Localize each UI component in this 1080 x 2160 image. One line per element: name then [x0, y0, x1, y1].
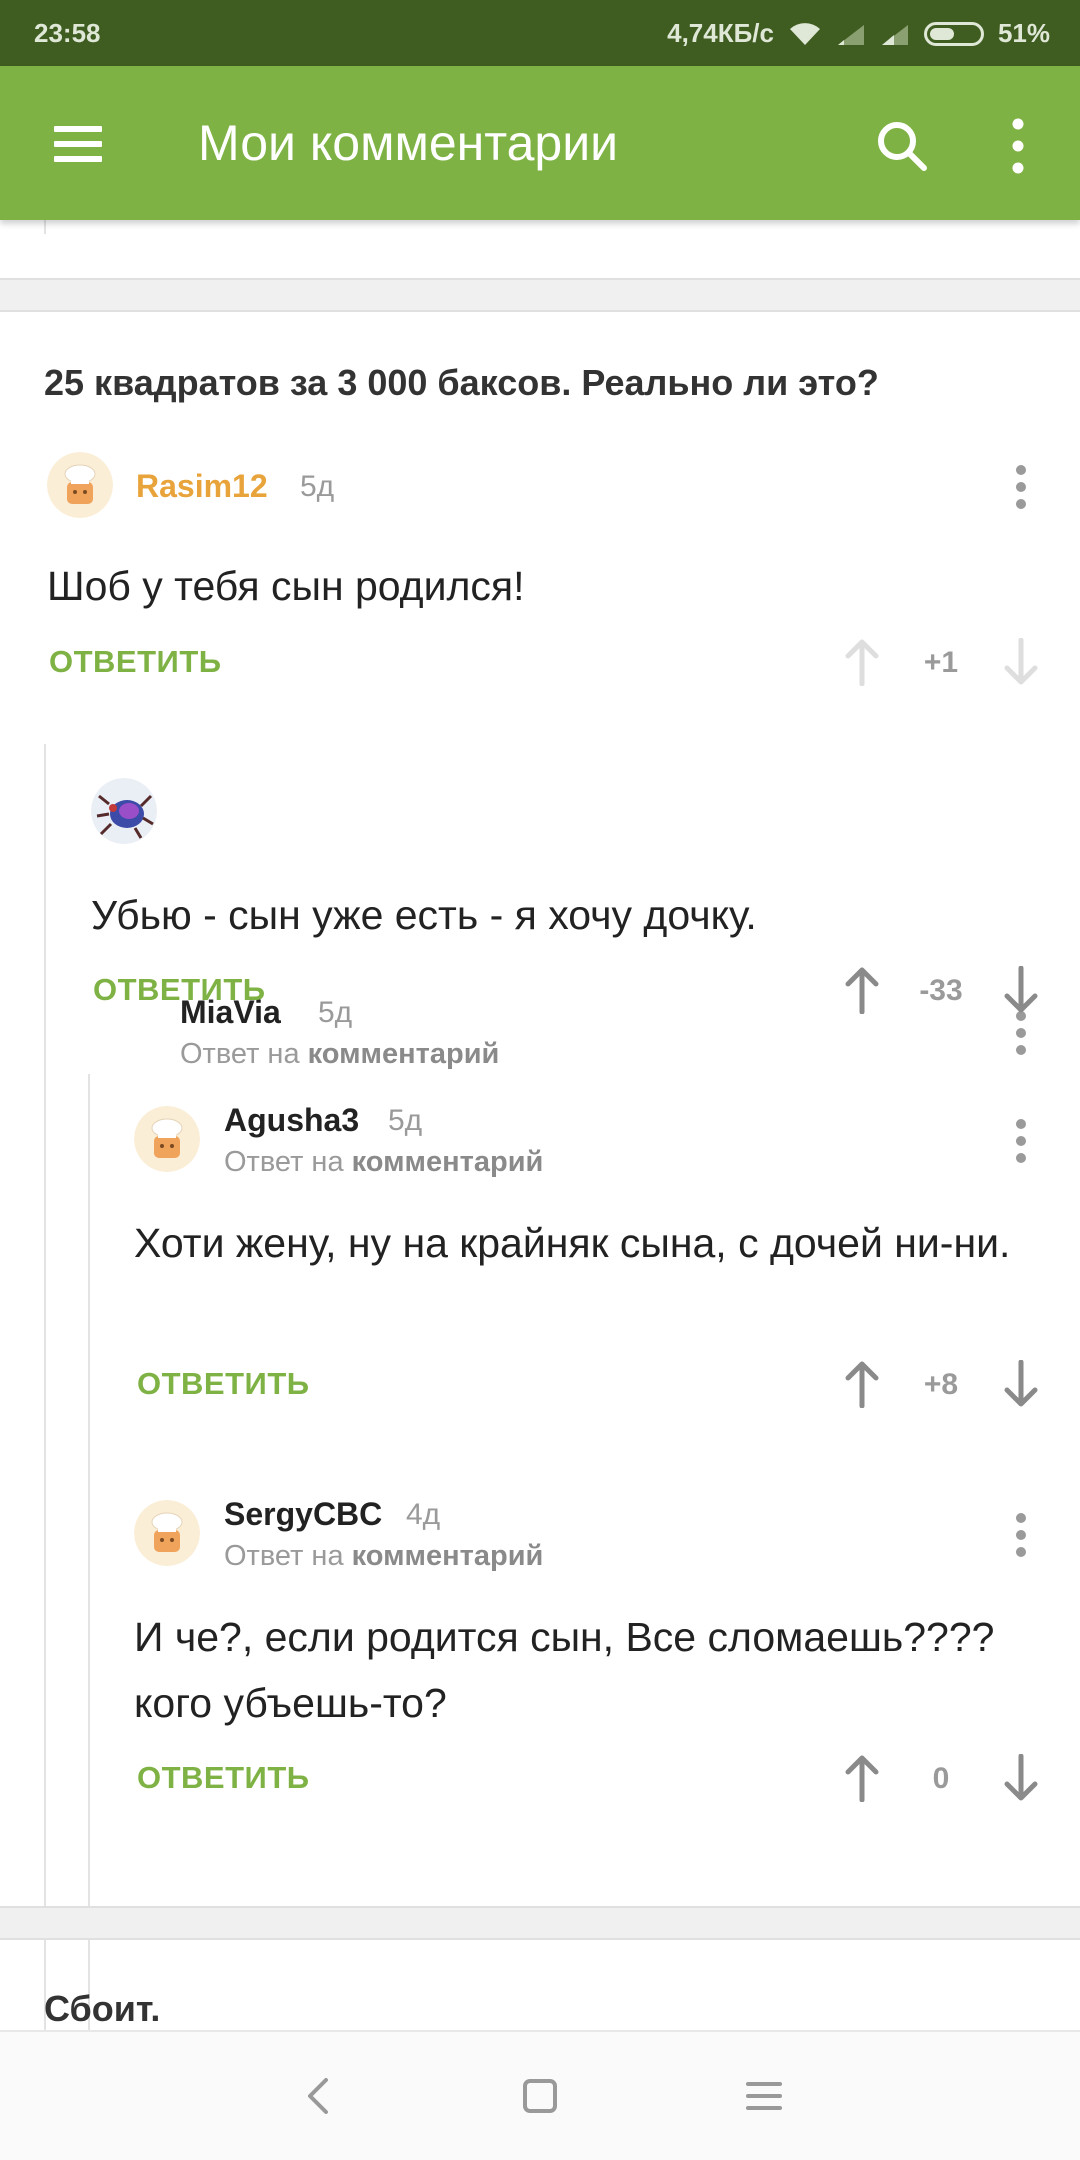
- reply-to-label: Ответ на комментарий: [180, 1038, 499, 1071]
- arrow-down-icon[interactable]: [1001, 966, 1041, 1014]
- comment-score: +8: [923, 1368, 959, 1401]
- cell-signal-icon: [881, 24, 908, 45]
- comment-author[interactable]: SergyCBC: [224, 1496, 382, 1533]
- more-vert-icon[interactable]: [1014, 464, 1028, 510]
- battery-level: [929, 27, 954, 40]
- thread-line: [44, 220, 46, 234]
- avatar[interactable]: [91, 778, 157, 844]
- avatar[interactable]: [134, 1500, 200, 1566]
- reply-target-link[interactable]: комментарий: [352, 1146, 544, 1178]
- more-vert-icon[interactable]: [1014, 1010, 1028, 1056]
- search-icon[interactable]: [874, 118, 930, 174]
- arrow-up-icon[interactable]: [842, 638, 882, 686]
- avatar[interactable]: [47, 452, 113, 518]
- reply-prefix: Ответ на: [224, 1146, 344, 1178]
- comment-age: 5д: [318, 996, 353, 1029]
- comment-text: Убью - сын уже есть - я хочу дочку.: [91, 892, 757, 938]
- avatar-chef-image: [47, 452, 113, 518]
- app-toolbar: Мои комментарии: [0, 66, 1080, 220]
- home-icon[interactable]: [518, 2074, 562, 2118]
- more-vert-icon[interactable]: [1014, 1512, 1028, 1558]
- wifi-icon: [789, 22, 820, 45]
- avatar-spider-image: [91, 778, 157, 844]
- more-vert-icon[interactable]: [1014, 1118, 1028, 1164]
- battery-percent: 51%: [997, 18, 1050, 48]
- system-nav-bar: [0, 2030, 1080, 2160]
- arrow-down-icon[interactable]: [1001, 1754, 1041, 1802]
- arrow-down-icon[interactable]: [1001, 1360, 1041, 1408]
- reply-button[interactable]: ОТВЕТИТЬ: [137, 1760, 310, 1796]
- reply-to-label: Ответ на комментарий: [224, 1146, 543, 1179]
- comment-age: 5д: [388, 1104, 423, 1137]
- reply-target-link[interactable]: комментарий: [308, 1038, 500, 1070]
- comment-score: +1: [923, 646, 959, 679]
- arrow-up-icon[interactable]: [842, 1754, 882, 1802]
- status-right: 4,74КБ/с 51%: [667, 18, 1050, 49]
- status-bar: 23:58 4,74КБ/с 51%: [0, 0, 1080, 66]
- thread-line: [88, 1074, 90, 2030]
- comment-author[interactable]: Rasim12: [136, 468, 268, 505]
- avatar[interactable]: [134, 1106, 200, 1172]
- avatar-chef-image: [134, 1106, 200, 1172]
- page-title: Мои комментарии: [198, 115, 619, 171]
- comments-feed[interactable]: 25 квадратов за 3 000 баксов. Реально ли…: [0, 220, 1080, 2030]
- card-divider: [0, 278, 1080, 312]
- reply-button[interactable]: ОТВЕТИТЬ: [93, 972, 266, 1008]
- reply-prefix: Ответ на: [224, 1540, 344, 1572]
- hamburger-icon[interactable]: [54, 126, 102, 162]
- comment-score: -33: [919, 974, 963, 1007]
- status-time: 23:58: [34, 18, 101, 48]
- avatar-chef-image: [134, 1500, 200, 1566]
- reply-target-link[interactable]: комментарий: [352, 1540, 544, 1572]
- reply-button[interactable]: ОТВЕТИТЬ: [49, 644, 222, 680]
- comment-age: 5д: [300, 470, 335, 503]
- arrow-up-icon[interactable]: [842, 966, 882, 1014]
- arrow-up-icon[interactable]: [842, 1360, 882, 1408]
- arrow-down-icon[interactable]: [1001, 638, 1041, 686]
- thread-line: [44, 744, 46, 2030]
- reply-prefix: Ответ на: [180, 1038, 300, 1070]
- comment-age: 4д: [406, 1498, 441, 1531]
- recents-icon[interactable]: [742, 2074, 786, 2118]
- back-icon[interactable]: [298, 2074, 342, 2118]
- reply-to-label: Ответ на комментарий: [224, 1540, 543, 1573]
- comment-text: И че?, если родится сын, Все сломаешь???…: [134, 1614, 995, 1726]
- comment-text: Шоб у тебя сын родился!: [47, 563, 525, 609]
- network-speed: 4,74КБ/с: [667, 18, 774, 48]
- reply-button[interactable]: ОТВЕТИТЬ: [137, 1366, 310, 1402]
- cell-signal-icon: [837, 24, 864, 45]
- battery-icon: [923, 21, 984, 46]
- comment-score: 0: [932, 1762, 950, 1795]
- post-title[interactable]: 25 квадратов за 3 000 баксов. Реально ли…: [44, 362, 879, 404]
- comment-author[interactable]: Agusha3: [224, 1102, 359, 1139]
- card-divider: [0, 1906, 1080, 1940]
- more-vert-icon[interactable]: [1006, 116, 1030, 176]
- next-post-title[interactable]: Сбоит.: [44, 1988, 160, 2030]
- comment-text: Хоти жену, ну на крайняк сына, с дочей н…: [134, 1220, 1011, 1266]
